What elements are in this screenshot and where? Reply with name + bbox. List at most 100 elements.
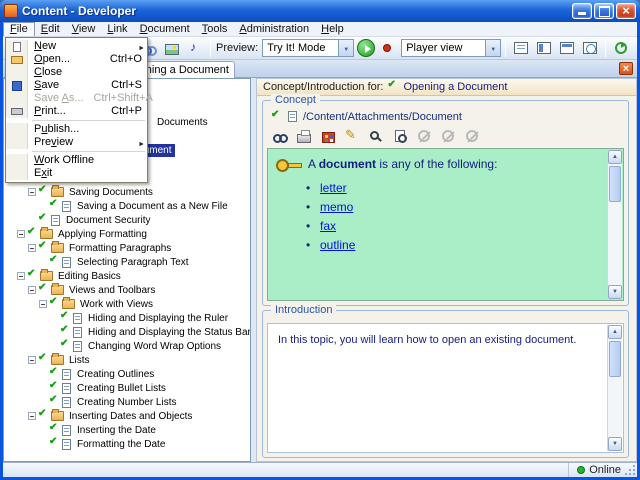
menu-icon-gutter: [6, 92, 28, 105]
list-item: outline: [306, 238, 599, 252]
topic-icon: [62, 438, 71, 450]
tree-item-selecting-paragraph-text[interactable]: Selecting Paragraph Text: [39, 254, 192, 269]
edit-button[interactable]: [341, 126, 363, 146]
zoom-button[interactable]: [365, 126, 387, 146]
menu-item-open[interactable]: Open... Ctrl+O: [6, 53, 147, 66]
resize-grip[interactable]: [625, 465, 635, 475]
scroll-thumb[interactable]: [609, 166, 621, 202]
collapse-expander[interactable]: [28, 185, 38, 199]
maximize-button[interactable]: [594, 3, 614, 19]
collapse-expander[interactable]: [28, 283, 38, 297]
run-preview-button[interactable]: [357, 39, 376, 57]
scroll-up-button[interactable]: [608, 325, 622, 339]
document-icon: [288, 111, 297, 122]
tree-item-hiding-and-displaying-the-status-bar[interactable]: Hiding and Displaying the Status Bar: [50, 324, 250, 339]
tree-item-views-and-toolbars[interactable]: Views and Toolbars: [28, 282, 158, 297]
menu-help[interactable]: Help: [315, 22, 350, 36]
scroll-up-button[interactable]: [608, 150, 622, 164]
glasses-button[interactable]: [269, 126, 291, 146]
help-button[interactable]: [633, 38, 640, 58]
scroll-down-button[interactable]: [608, 285, 622, 299]
concept-link-memo[interactable]: memo: [320, 200, 353, 214]
preview-mode-select[interactable]: Try It! Mode: [262, 39, 355, 57]
folder-icon: [51, 353, 64, 365]
tree-item-changing-word-wrap-options[interactable]: Changing Word Wrap Options: [50, 338, 224, 353]
introduction-title: Introduction: [271, 304, 337, 316]
scroll-thumb[interactable]: [609, 341, 621, 377]
tree-item-inserting-the-date[interactable]: Inserting the Date: [39, 422, 159, 437]
player-view-button[interactable]: [533, 38, 555, 58]
tree-item-creating-number-lists[interactable]: Creating Number Lists: [39, 394, 179, 409]
menu-item-work-offline[interactable]: Work Offline: [6, 154, 147, 167]
concept-scrollbar[interactable]: [607, 150, 622, 299]
dropdown-arrow-icon[interactable]: [338, 40, 354, 56]
menu-item-save[interactable]: Save Ctrl+S: [6, 79, 147, 92]
print-button[interactable]: [293, 126, 315, 146]
record-button[interactable]: [376, 38, 398, 58]
menu-item-publish[interactable]: Publish...: [6, 123, 147, 136]
menu-edit[interactable]: Edit: [35, 22, 66, 36]
menu-item-label: Open...: [34, 53, 71, 65]
folder-icon: [40, 269, 53, 281]
tree-item-formatting-paragraphs[interactable]: Formatting Paragraphs: [28, 240, 174, 255]
tree-item-label: Lists: [69, 354, 90, 366]
minimize-button[interactable]: [572, 3, 592, 19]
tree-item-creating-bullet-lists[interactable]: Creating Bullet Lists: [39, 380, 169, 395]
topic-icon: [62, 396, 71, 408]
concept-link-fax[interactable]: fax: [320, 219, 336, 233]
menu-view[interactable]: View: [66, 22, 102, 36]
menu-item-new[interactable]: New: [6, 40, 147, 53]
menubar: File Edit View Link Document Tools Administrat…: [3, 22, 637, 37]
menu-administration[interactable]: Administration: [233, 22, 315, 36]
menu-item-exit[interactable]: Exit: [6, 167, 147, 180]
menu-item-print[interactable]: Print... Ctrl+P: [6, 105, 147, 118]
tree-item-label: Creating Number Lists: [77, 396, 177, 408]
dropdown-arrow-icon[interactable]: [485, 40, 501, 56]
collapse-expander[interactable]: [17, 227, 27, 241]
collapse-expander[interactable]: [17, 269, 27, 283]
collapse-expander[interactable]: [28, 241, 38, 255]
menu-document[interactable]: Document: [134, 22, 196, 36]
check-icon: [38, 352, 49, 366]
tree-item-documents[interactable]: Documents: [154, 115, 211, 129]
menu-link[interactable]: Link: [101, 22, 133, 36]
close-button[interactable]: [616, 3, 636, 19]
palette-button[interactable]: [317, 126, 339, 146]
menu-icon-gutter: [6, 66, 28, 79]
find-button[interactable]: [389, 126, 411, 146]
image-button[interactable]: [161, 38, 183, 58]
scroll-down-button[interactable]: [608, 437, 622, 451]
tree-item-lists[interactable]: Lists: [28, 352, 93, 367]
tree-item-applying-formatting[interactable]: Applying Formatting: [17, 226, 150, 241]
tree-item-formatting-the-date[interactable]: Formatting the Date: [39, 436, 168, 451]
collapse-expander[interactable]: [28, 353, 38, 367]
document-view-button[interactable]: [510, 38, 532, 58]
minus-box-icon: [17, 272, 25, 280]
check-icon: [38, 408, 49, 422]
tree-item-work-with-views[interactable]: Work with Views: [39, 296, 156, 311]
collapse-expander[interactable]: [28, 409, 38, 423]
web-view-button[interactable]: [579, 38, 601, 58]
tree-item-document-security[interactable]: Document Security: [28, 212, 153, 227]
concept-link-outline[interactable]: outline: [320, 238, 355, 252]
tree-item-inserting-dates-and-objects[interactable]: Inserting Dates and Objects: [28, 408, 195, 423]
tree-item-creating-outlines[interactable]: Creating Outlines: [39, 366, 157, 381]
outline-view-button[interactable]: [556, 38, 578, 58]
tree-item-saving-a-document-as-a-new-file[interactable]: Saving a Document as a New File: [39, 198, 231, 213]
tree-item-label: Documents: [157, 116, 208, 128]
close-pane-button[interactable]: [619, 62, 633, 75]
concept-link-letter[interactable]: letter: [320, 181, 347, 195]
tree-item-hiding-and-displaying-the-ruler[interactable]: Hiding and Displaying the Ruler: [50, 310, 231, 325]
menu-item-close[interactable]: Close: [6, 66, 147, 79]
tree-item-saving-documents[interactable]: Saving Documents: [28, 184, 156, 199]
menu-file[interactable]: File: [3, 22, 35, 36]
menu-item-preview[interactable]: Preview: [6, 136, 147, 149]
view-mode-select[interactable]: Player view: [401, 39, 502, 57]
sound-button[interactable]: [184, 38, 206, 58]
tree-item-editing-basics[interactable]: Editing Basics: [17, 268, 124, 283]
menu-tools[interactable]: Tools: [196, 22, 234, 36]
refresh-button[interactable]: [610, 38, 632, 58]
introduction-scrollbar[interactable]: [607, 325, 622, 451]
collapse-expander[interactable]: [39, 297, 49, 311]
